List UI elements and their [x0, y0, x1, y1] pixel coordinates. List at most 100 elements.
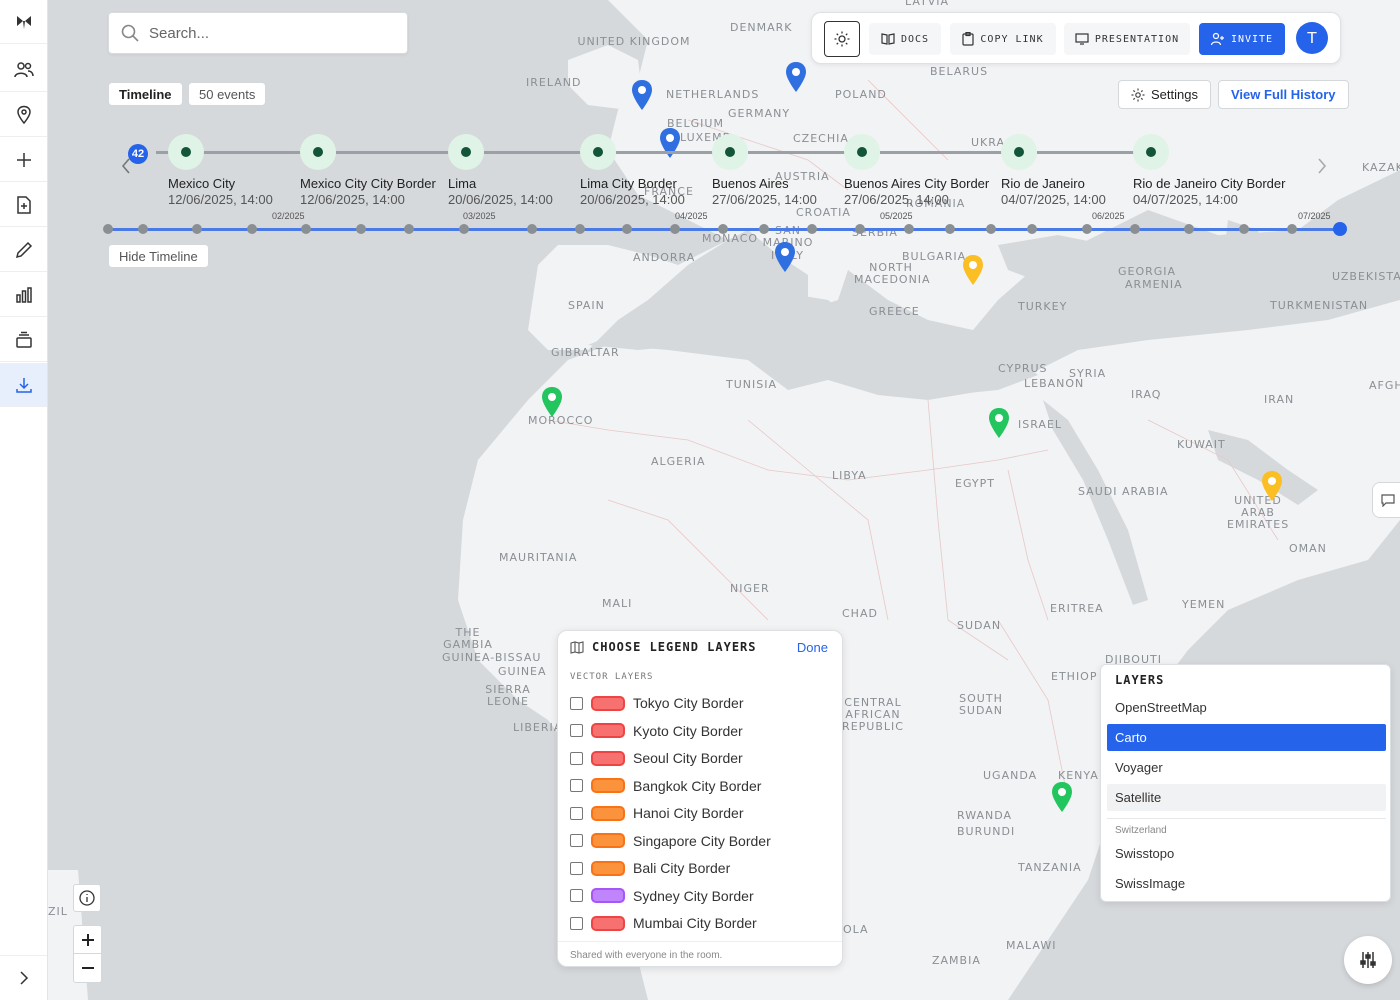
- map-label-iraq: IRAQ: [1131, 388, 1162, 401]
- timeline-axis-tick[interactable]: [1130, 224, 1140, 234]
- timeline-axis-tick[interactable]: [247, 224, 257, 234]
- map-pin-blue[interactable]: [632, 80, 652, 110]
- settings-button[interactable]: Settings: [1118, 80, 1211, 109]
- bar-chart-icon[interactable]: [0, 273, 47, 317]
- add-icon[interactable]: [0, 138, 47, 182]
- map-settings-button[interactable]: [1344, 936, 1392, 984]
- docs-button[interactable]: DOCS: [869, 23, 941, 55]
- legend-layer-checkbox[interactable]: [570, 916, 583, 930]
- legend-layer-checkbox[interactable]: [570, 861, 583, 875]
- legend-layer-row[interactable]: Kyoto City Border: [570, 720, 743, 742]
- timeline-axis-tick[interactable]: [718, 224, 728, 234]
- legend-layer-checkbox[interactable]: [570, 834, 583, 847]
- timeline-axis-tick[interactable]: [670, 224, 680, 234]
- timeline-event-marker[interactable]: [300, 134, 336, 170]
- info-button[interactable]: [73, 884, 101, 912]
- legend-layer-row[interactable]: Sydney City Border: [570, 885, 754, 907]
- layer-option[interactable]: Satellite: [1107, 784, 1386, 811]
- invite-button[interactable]: INVITE: [1199, 23, 1285, 55]
- timeline-axis-tick[interactable]: [855, 224, 865, 234]
- user-avatar[interactable]: T: [1296, 22, 1328, 54]
- legend-layer-checkbox[interactable]: [570, 751, 583, 765]
- map-pin-blue[interactable]: [775, 242, 795, 272]
- search-bar[interactable]: [108, 12, 408, 54]
- presentation-button[interactable]: PRESENTATION: [1064, 23, 1190, 55]
- timeline-axis-tick[interactable]: [1287, 224, 1297, 234]
- legend-layer-checkbox[interactable]: [570, 696, 583, 710]
- timeline-event-marker[interactable]: [1133, 134, 1169, 170]
- layer-option[interactable]: Swisstopo: [1107, 840, 1386, 867]
- timeline-axis-tick[interactable]: [986, 224, 996, 234]
- zoom-in-button[interactable]: [73, 926, 102, 955]
- location-pin-icon[interactable]: [0, 93, 47, 137]
- timeline-axis-tick[interactable]: [759, 224, 769, 234]
- timeline-axis-tick[interactable]: [622, 224, 632, 234]
- timeline-axis-tick[interactable]: [404, 224, 414, 234]
- theme-toggle-button[interactable]: [824, 21, 860, 57]
- timeline-event-marker[interactable]: [1001, 134, 1037, 170]
- timeline-axis-tick[interactable]: [1184, 224, 1194, 234]
- users-icon[interactable]: [0, 48, 47, 92]
- map-pin-yellow[interactable]: [1262, 471, 1282, 501]
- timeline-axis-tick[interactable]: [904, 224, 914, 234]
- timeline-axis-tick[interactable]: [301, 224, 311, 234]
- legend-layer-row[interactable]: Singapore City Border: [570, 830, 771, 852]
- hide-timeline-button[interactable]: Hide Timeline: [108, 244, 209, 268]
- legend-layer-row[interactable]: Seoul City Border: [570, 747, 743, 769]
- legend-layer-row[interactable]: Bangkok City Border: [570, 775, 761, 797]
- timeline-event-marker[interactable]: [168, 134, 204, 170]
- copy-link-button[interactable]: COPY LINK: [950, 23, 1056, 55]
- timeline-axis-tick[interactable]: [945, 224, 955, 234]
- legend-layer-checkbox[interactable]: [570, 779, 583, 792]
- zoom-controls: [73, 925, 102, 983]
- view-history-button[interactable]: View Full History: [1218, 80, 1349, 109]
- legend-layer-row[interactable]: Mumbai City Border: [570, 912, 757, 934]
- timeline-event-marker[interactable]: [844, 134, 880, 170]
- legend-layer-row[interactable]: Hanoi City Border: [570, 802, 744, 824]
- timeline-axis-tick[interactable]: [459, 224, 469, 234]
- timeline-playhead[interactable]: [1333, 222, 1347, 236]
- layer-option[interactable]: OpenStreetMap: [1107, 694, 1386, 721]
- search-input[interactable]: [149, 24, 389, 42]
- timeline-axis-tick[interactable]: [1027, 224, 1037, 234]
- timeline-axis-tick[interactable]: [575, 224, 585, 234]
- timeline-label[interactable]: Timeline: [108, 82, 183, 106]
- expand-sidebar-icon[interactable]: [0, 955, 47, 999]
- timeline-axis-tick[interactable]: [192, 224, 202, 234]
- timeline-axis-tick[interactable]: [1239, 224, 1249, 234]
- map-pin-green[interactable]: [1052, 782, 1072, 812]
- timeline-axis-tick[interactable]: [103, 224, 113, 234]
- legend-done-button[interactable]: Done: [797, 640, 828, 655]
- download-icon[interactable]: [0, 363, 47, 407]
- timeline-next-icon[interactable]: [1314, 156, 1330, 176]
- legend-layer-checkbox[interactable]: [570, 889, 583, 902]
- map-pin-green[interactable]: [989, 408, 1009, 438]
- layer-option[interactable]: Carto: [1107, 724, 1386, 751]
- timeline-axis-tick[interactable]: [356, 224, 366, 234]
- map-label-kenya: KENYA: [1058, 769, 1099, 782]
- legend-layer-checkbox[interactable]: [570, 724, 583, 737]
- add-document-icon[interactable]: [0, 183, 47, 227]
- legend-layer-row[interactable]: Tokyo City Border: [570, 692, 743, 714]
- legend-layer-checkbox[interactable]: [570, 806, 583, 820]
- logo-icon[interactable]: [0, 0, 47, 44]
- map-pin-yellow[interactable]: [963, 255, 983, 285]
- layer-option[interactable]: Voyager: [1107, 754, 1386, 781]
- map-pin-green[interactable]: [542, 387, 562, 417]
- timeline-axis-tick[interactable]: [1082, 224, 1092, 234]
- map-pin-blue[interactable]: [786, 62, 806, 92]
- pencil-icon[interactable]: [0, 228, 47, 272]
- timeline-event-marker[interactable]: [580, 134, 616, 170]
- timeline-event-marker[interactable]: [448, 134, 484, 170]
- timeline-axis-tick[interactable]: [138, 224, 148, 234]
- layer-option[interactable]: SwissImage: [1107, 870, 1386, 897]
- comment-button[interactable]: [1372, 482, 1400, 518]
- timeline-event-marker[interactable]: [712, 134, 748, 170]
- layers-stack-icon[interactable]: [0, 318, 47, 362]
- timeline-count-badge[interactable]: 42: [128, 144, 148, 164]
- map-label-afghan: AFGHAN: [1369, 379, 1400, 392]
- zoom-out-button[interactable]: [73, 954, 102, 982]
- legend-layer-row[interactable]: Bali City Border: [570, 857, 730, 879]
- timeline-axis-tick[interactable]: [807, 224, 817, 234]
- timeline-axis-tick[interactable]: [527, 224, 537, 234]
